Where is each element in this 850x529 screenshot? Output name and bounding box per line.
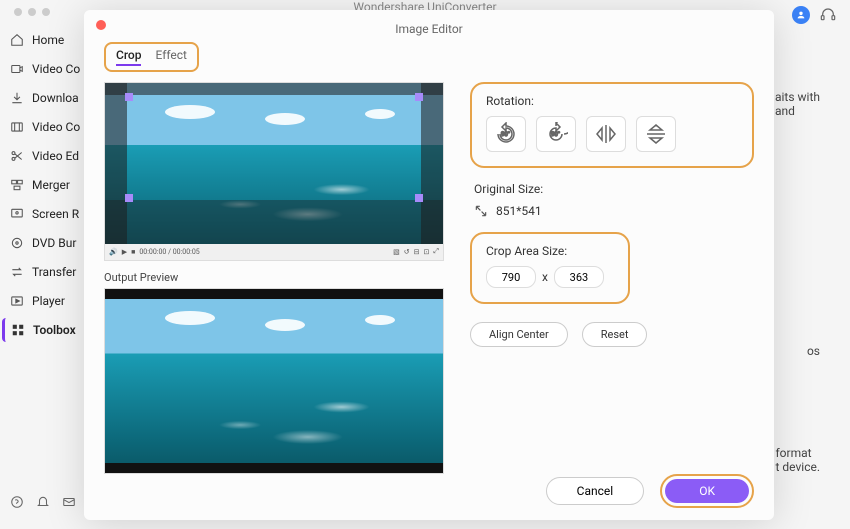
volume-icon[interactable]: 🔊 — [109, 248, 118, 256]
original-size-section: Original Size: 851*541 — [474, 182, 754, 218]
download-icon — [10, 91, 24, 105]
modal-close-button[interactable] — [96, 20, 106, 30]
crop-width-input[interactable] — [486, 266, 536, 288]
original-size-label: Original Size: — [474, 182, 754, 196]
tool-icon-5[interactable]: ⤢ — [433, 247, 439, 256]
tab-effect[interactable]: Effect — [155, 48, 187, 66]
help-icon[interactable] — [10, 495, 24, 509]
merger-icon — [10, 178, 24, 192]
rotation-label: Rotation: — [486, 94, 738, 108]
sidebar-item-label: Player — [32, 294, 65, 308]
crop-handle-tl[interactable] — [125, 93, 133, 101]
sidebar-item-label: DVD Bur — [32, 236, 76, 250]
sidebar-item-transfer[interactable]: Transfer — [6, 260, 85, 284]
mail-icon[interactable] — [62, 495, 76, 509]
rotation-group: Rotation: 90° 90° — [470, 82, 754, 168]
flip-vertical-button[interactable] — [636, 116, 676, 152]
flip-horizontal-button[interactable] — [586, 116, 626, 152]
cancel-button[interactable]: Cancel — [546, 477, 645, 505]
sidebar-item-label: Screen R — [32, 207, 79, 221]
sidebar-item-player[interactable]: Player — [6, 289, 85, 313]
traffic-lights[interactable] — [14, 8, 50, 16]
sidebar-item-screen-recorder[interactable]: Screen R — [6, 202, 85, 226]
sidebar-item-label: Downloa — [32, 91, 79, 105]
tool-icon-3[interactable]: ⊟ — [414, 248, 420, 256]
scissors-icon — [10, 149, 24, 163]
bg-text-3: formatt device. — [776, 446, 821, 474]
crop-area-label: Crop Area Size: — [486, 244, 614, 258]
sidebar-bottom — [6, 487, 85, 517]
toolbox-icon — [11, 323, 25, 337]
sidebar-item-label: Home — [32, 33, 64, 47]
tool-icon-2[interactable]: ↺ — [404, 248, 410, 256]
min-dot[interactable] — [28, 8, 36, 16]
ok-button-highlight: OK — [660, 474, 754, 508]
video-controls[interactable]: 🔊 ▶ ■ 00:00:00 / 00:00:05 ▧ ↺ ⊟ ⊡ ⤢ — [105, 244, 443, 260]
sidebar-item-video-editor[interactable]: Video Ed — [6, 144, 85, 168]
player-icon — [10, 294, 24, 308]
ok-button[interactable]: OK — [665, 479, 749, 503]
rotate-right-90-button[interactable]: 90° — [536, 116, 576, 152]
crop-area-group: Crop Area Size: x — [470, 232, 630, 304]
sidebar-item-merger[interactable]: Merger — [6, 173, 85, 197]
bell-icon[interactable] — [36, 495, 50, 509]
tab-crop[interactable]: Crop — [116, 48, 141, 66]
dvd-icon — [10, 236, 24, 250]
crop-handle-tr[interactable] — [415, 93, 423, 101]
stop-icon[interactable]: ■ — [131, 248, 135, 256]
video-icon — [10, 62, 24, 76]
bg-text-2: os — [807, 344, 820, 358]
tool-icon-1[interactable]: ▧ — [393, 248, 400, 256]
time-display: 00:00:00 / 00:00:05 — [139, 248, 199, 256]
window-titlebar: Wondershare UniConverter — [0, 0, 850, 10]
sidebar-item-video-compressor[interactable]: Video Co — [6, 115, 85, 139]
original-size-value: 851*541 — [496, 204, 542, 218]
sidebar-item-dvd-burner[interactable]: DVD Bur — [6, 231, 85, 255]
output-preview — [104, 288, 444, 474]
max-dot[interactable] — [42, 8, 50, 16]
modal-title: Image Editor — [104, 22, 754, 36]
sidebar: Home Video Co Downloa Video Co Video Ed … — [0, 18, 85, 527]
sidebar-item-downloader[interactable]: Downloa — [6, 86, 85, 110]
svg-text:90°: 90° — [551, 131, 560, 138]
crop-handle-bl[interactable] — [125, 194, 133, 202]
sidebar-item-label: Merger — [32, 178, 70, 192]
editor-tabs: Crop Effect — [104, 42, 199, 72]
rotate-left-90-button[interactable]: 90° — [486, 116, 526, 152]
screen-icon — [10, 207, 24, 221]
sidebar-item-label: Video Co — [32, 120, 80, 134]
sidebar-item-toolbox[interactable]: Toolbox — [2, 318, 85, 342]
output-preview-label: Output Preview — [104, 271, 444, 284]
sidebar-item-home[interactable]: Home — [6, 28, 85, 52]
sidebar-item-video-converter[interactable]: Video Co — [6, 57, 85, 81]
align-center-button[interactable]: Align Center — [470, 322, 568, 347]
close-dot[interactable] — [14, 8, 22, 16]
crop-handle-br[interactable] — [415, 194, 423, 202]
sidebar-item-label: Transfer — [32, 265, 76, 279]
home-icon — [10, 33, 24, 47]
svg-text:90°: 90° — [501, 131, 510, 138]
crop-height-input[interactable] — [554, 266, 604, 288]
crop-sep: x — [542, 270, 548, 284]
sidebar-item-label: Video Co — [32, 62, 80, 76]
play-icon[interactable]: ▶ — [122, 248, 127, 256]
expand-icon[interactable] — [474, 204, 488, 218]
reset-button[interactable]: Reset — [582, 322, 648, 347]
sidebar-item-label: Toolbox — [33, 323, 76, 337]
sidebar-item-label: Video Ed — [32, 149, 79, 163]
image-editor-modal: Image Editor Crop Effect 🔊 ▶ — [84, 10, 774, 520]
crop-preview[interactable]: 🔊 ▶ ■ 00:00:00 / 00:00:05 ▧ ↺ ⊟ ⊡ ⤢ — [104, 82, 444, 261]
compress-icon — [10, 120, 24, 134]
transfer-icon — [10, 265, 24, 279]
tool-icon-4[interactable]: ⊡ — [424, 248, 430, 256]
bg-text-1: aits withand — [775, 90, 820, 118]
